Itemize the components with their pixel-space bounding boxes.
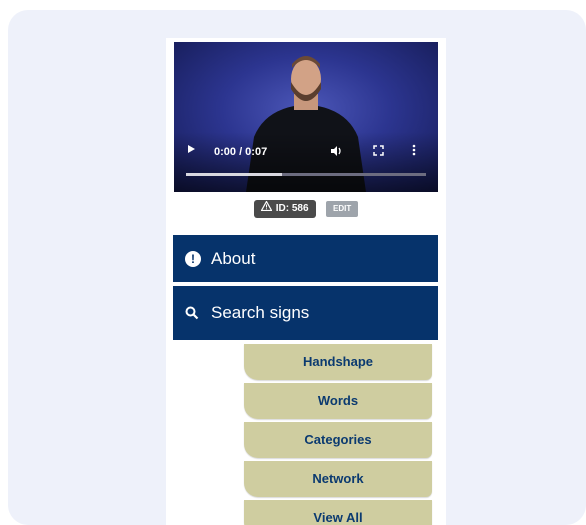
warning-icon [260,200,273,218]
info-icon: ! [185,250,201,267]
network-button[interactable]: Network [244,461,432,497]
video-time: 0:00 / 0:07 [214,146,268,158]
categories-button[interactable]: Categories [244,422,432,458]
words-button[interactable]: Words [244,383,432,419]
play-icon[interactable] [188,145,195,153]
id-row: ID: 586 EDIT [166,200,446,220]
sign-video-player[interactable]: 0:00 / 0:07 [174,42,438,192]
sign-id-label: ID: 586 [275,203,309,214]
volume-icon[interactable] [330,145,342,160]
handshape-button[interactable]: Handshape [244,344,432,380]
sign-id-badge: ID: 586 [253,200,316,218]
video-progress-bar[interactable] [186,173,426,176]
view-all-button[interactable]: View All [244,500,432,525]
edit-button[interactable]: EDIT [326,201,359,217]
search-signs-label: Search signs [211,303,310,322]
about-button[interactable]: ! About [173,235,438,282]
search-icon [185,305,201,321]
controls-shade [174,132,438,192]
more-vertical-icon[interactable] [412,144,416,159]
video-progress-fill [186,173,282,176]
about-label: About [211,248,256,268]
search-signs-button[interactable]: Search signs [173,286,438,340]
fullscreen-icon[interactable] [373,145,384,159]
mobile-viewport: 0:00 / 0:07 ID: 586 EDIT ! About Search … [166,38,446,525]
page-frame: 0:00 / 0:07 ID: 586 EDIT ! About Search … [8,10,586,525]
